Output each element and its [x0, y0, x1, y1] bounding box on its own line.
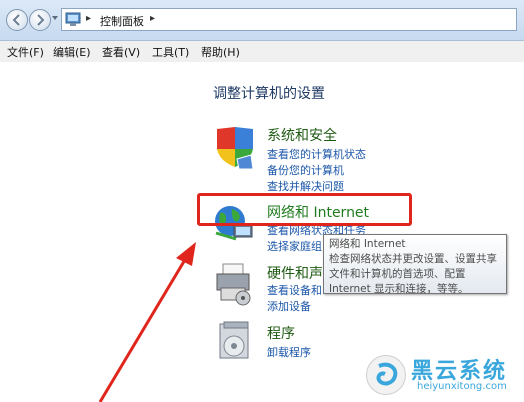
tooltip-line: 检查网络状态并更改设置、设置共享	[329, 253, 497, 265]
tooltip-line: 文件和计算机的首选项、配置	[329, 268, 466, 280]
annotation-arrow	[98, 242, 196, 402]
tooltip-line: 网络和 Internet	[329, 238, 406, 250]
tooltip-line: Internet 显示和连接，等等。	[329, 283, 469, 295]
tooltip: 网络和 Internet 检查网络状态并更改设置、设置共享 文件和计算机的首选项…	[323, 234, 507, 295]
watermark-logo-icon	[366, 355, 406, 395]
watermark: 黑云系统 heiyunxitong.com	[362, 352, 520, 398]
watermark-url: heiyunxitong.com	[417, 381, 507, 392]
